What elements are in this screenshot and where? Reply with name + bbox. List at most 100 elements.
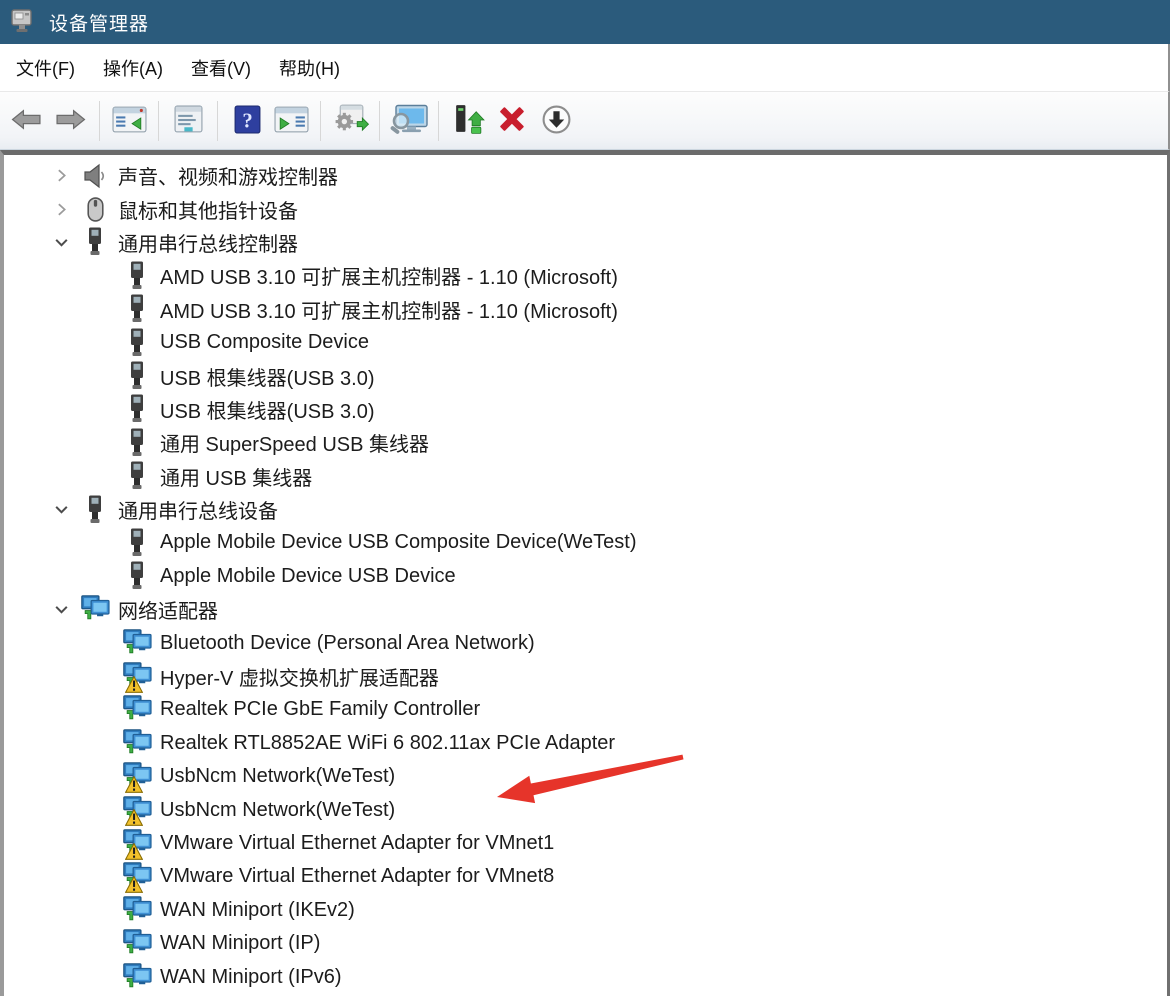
tree-row[interactable]: AMD USB 3.10 可扩展主机控制器 - 1.10 (Microsoft)	[4, 259, 1167, 292]
tree-row[interactable]: UsbNcm Network(WeTest)	[4, 793, 1167, 826]
tree-row[interactable]: 通用串行总线设备	[4, 493, 1167, 526]
tree-row[interactable]: WAN Miniport (IP)	[4, 927, 1167, 960]
tree-row[interactable]: Apple Mobile Device USB Device	[4, 560, 1167, 593]
tree-row[interactable]: AMD USB 3.10 可扩展主机控制器 - 1.10 (Microsoft)	[4, 293, 1167, 326]
action-pane-icon	[274, 105, 309, 137]
console-tree-icon	[112, 105, 147, 137]
menu-item-action[interactable]: 操作(A)	[89, 44, 177, 91]
chevron-collapsed-icon[interactable]	[50, 167, 72, 184]
export-list-button[interactable]	[167, 99, 209, 143]
network-adapter-icon	[122, 929, 152, 959]
action-pane-button[interactable]	[270, 99, 312, 143]
tree-row-label: VMware Virtual Ethernet Adapter for VMne…	[160, 832, 554, 855]
titlebar[interactable]: 设备管理器	[0, 0, 1170, 44]
network-adapter-warning-icon	[122, 662, 152, 692]
tree-row[interactable]: Realtek RTL8852AE WiFi 6 802.11ax PCIe A…	[4, 727, 1167, 760]
show-console-tree-button[interactable]	[108, 99, 150, 143]
menu-item-view[interactable]: 查看(V)	[177, 44, 265, 91]
tree-row-label: Realtek PCIe GbE Family Controller	[160, 698, 480, 721]
help-question-icon: ?	[234, 105, 261, 137]
tree-row-label: WAN Miniport (IPv6)	[160, 966, 342, 989]
chevron-expanded-icon[interactable]	[50, 501, 72, 518]
back-arrow-icon	[11, 108, 42, 134]
usb-icon	[80, 495, 110, 525]
speaker-icon	[80, 161, 110, 191]
toolbar: ?	[0, 92, 1170, 150]
chevron-collapsed-icon[interactable]	[50, 201, 72, 218]
tree-row-label: AMD USB 3.10 可扩展主机控制器 - 1.10 (Microsoft)	[160, 261, 618, 290]
tree-row-label: 通用串行总线控制器	[118, 228, 298, 257]
tree-row-label: Bluetooth Device (Personal Area Network)	[160, 632, 535, 655]
device-manager-window: 设备管理器 文件(F)操作(A)查看(V)帮助(H) ? 声音、视频和游戏控制器…	[0, 0, 1170, 996]
usb-icon	[122, 294, 152, 324]
tree-row[interactable]: WAN Miniport (IPv6)	[4, 960, 1167, 993]
menubar: 文件(F)操作(A)查看(V)帮助(H)	[0, 44, 1170, 92]
tree-row[interactable]: VMware Virtual Ethernet Adapter for VMne…	[4, 827, 1167, 860]
tree-row[interactable]: 声音、视频和游戏控制器	[4, 159, 1167, 192]
chevron-expanded-icon[interactable]	[50, 601, 72, 618]
tree-row[interactable]: UsbNcm Network(WeTest)	[4, 760, 1167, 793]
tree-row[interactable]: USB 根集线器(USB 3.0)	[4, 359, 1167, 392]
tree-row[interactable]: USB Composite Device	[4, 326, 1167, 359]
network-adapter-icon	[80, 595, 110, 625]
forward-button[interactable]	[49, 99, 91, 143]
tree-row-label: UsbNcm Network(WeTest)	[160, 765, 395, 788]
tree-row[interactable]: 通用 SuperSpeed USB 集线器	[4, 426, 1167, 459]
usb-icon	[122, 528, 152, 558]
help-button[interactable]: ?	[226, 99, 268, 143]
tree-row[interactable]: Apple Mobile Device USB Composite Device…	[4, 526, 1167, 559]
tree-row-label: AMD USB 3.10 可扩展主机控制器 - 1.10 (Microsoft)	[160, 295, 618, 324]
toolbar-separator	[438, 101, 439, 141]
mouse-icon	[80, 194, 110, 224]
tree-row[interactable]: Hyper-V 虚拟交换机扩展适配器	[4, 660, 1167, 693]
toolbar-separator	[217, 101, 218, 141]
usb-icon	[122, 261, 152, 291]
install-driver-button[interactable]	[329, 99, 371, 143]
disable-arrow-icon	[541, 104, 572, 138]
tree-row-label: USB 根集线器(USB 3.0)	[160, 395, 374, 424]
tree-row[interactable]: WAN Miniport (IKEv2)	[4, 894, 1167, 927]
toolbar-separator	[379, 101, 380, 141]
tree-row[interactable]: 通用串行总线控制器	[4, 226, 1167, 259]
disable-device-button[interactable]	[535, 99, 577, 143]
red-x-icon	[497, 105, 527, 136]
network-adapter-icon	[122, 895, 152, 925]
tree-row-label: Realtek RTL8852AE WiFi 6 802.11ax PCIe A…	[160, 732, 615, 755]
uninstall-device-button[interactable]	[491, 99, 533, 143]
tree-row-label: 声音、视频和游戏控制器	[118, 161, 338, 190]
toolbar-separator	[320, 101, 321, 141]
usb-icon	[80, 227, 110, 257]
tree-row-label: 通用串行总线设备	[118, 495, 278, 524]
network-adapter-icon	[122, 962, 152, 992]
tree-row[interactable]: 网络适配器	[4, 593, 1167, 626]
tree-row[interactable]: 通用 USB 集线器	[4, 460, 1167, 493]
tree-row[interactable]: Realtek PCIe GbE Family Controller	[4, 693, 1167, 726]
tree-row-label: USB Composite Device	[160, 331, 369, 354]
chevron-expanded-icon[interactable]	[50, 234, 72, 251]
back-button[interactable]	[5, 99, 47, 143]
tree-row[interactable]: USB 根集线器(USB 3.0)	[4, 393, 1167, 426]
list-window-icon	[173, 105, 204, 137]
usb-icon	[122, 361, 152, 391]
tree-row[interactable]: VMware Virtual Ethernet Adapter for VMne…	[4, 860, 1167, 893]
tree-row[interactable]: 鼠标和其他指针设备	[4, 192, 1167, 225]
usb-icon	[122, 561, 152, 591]
tree-row[interactable]: Bluetooth Device (Personal Area Network)	[4, 626, 1167, 659]
tree-row-label: WAN Miniport (IKEv2)	[160, 899, 355, 922]
usb-icon	[122, 328, 152, 358]
network-adapter-warning-icon	[122, 862, 152, 892]
update-driver-icon	[451, 104, 486, 138]
window-title: 设备管理器	[49, 9, 149, 36]
network-adapter-warning-icon	[122, 795, 152, 825]
scan-hardware-button[interactable]	[388, 99, 430, 143]
toolbar-separator	[158, 101, 159, 141]
tree-row-label: 通用 USB 集线器	[160, 462, 312, 491]
menu-item-help[interactable]: 帮助(H)	[265, 44, 354, 91]
toolbar-separator	[99, 101, 100, 141]
network-adapter-warning-icon	[122, 829, 152, 859]
menu-item-file[interactable]: 文件(F)	[2, 44, 89, 91]
device-manager-icon	[10, 7, 36, 38]
usb-icon	[122, 461, 152, 491]
update-driver-button[interactable]	[447, 99, 489, 143]
gear-page-icon	[332, 104, 369, 137]
